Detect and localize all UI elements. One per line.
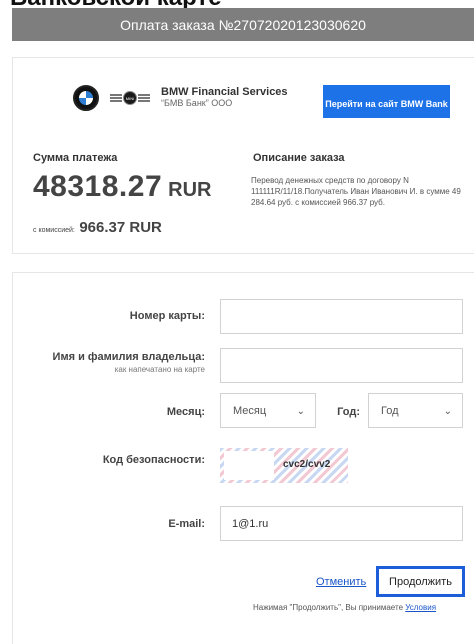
continue-button[interactable]: Продолжить — [376, 566, 465, 597]
email-label: E-mail: — [168, 518, 205, 530]
month-select[interactable]: Месяц ⌄ — [220, 393, 316, 428]
order-summary-card: MINI BMW Financial Services “БМВ Банк” О… — [12, 57, 474, 254]
mini-logo-icon: MINI — [109, 91, 151, 105]
order-title-bar: Оплата заказа №27072020123030620 — [12, 8, 474, 41]
holder-name-input[interactable] — [220, 348, 463, 383]
year-select[interactable]: Год ⌄ — [368, 393, 463, 428]
payment-currency: RUR — [168, 179, 212, 201]
card-number-input[interactable] — [220, 299, 463, 334]
card-number-label: Номер карты: — [129, 310, 205, 322]
go-to-bank-site-button[interactable]: Перейти на сайт BMW Bank — [323, 85, 450, 118]
security-code-input[interactable] — [224, 451, 274, 480]
page-heading: Банковской карте — [10, 0, 470, 8]
chevron-down-icon: ⌄ — [443, 406, 452, 417]
order-title: Оплата заказа №27072020123030620 — [120, 16, 366, 33]
commission: с комиссией: 966.37 RUR — [33, 219, 162, 237]
merchant-subtitle: “БМВ Банк” ООО — [161, 98, 233, 108]
holder-name-hint: как напечатано на карте — [114, 365, 205, 374]
terms-text: Нажимая "Продолжить", Вы принимаете — [253, 603, 404, 612]
card-payment-form: Номер карты: Имя и фамилия владельца: ка… — [12, 272, 474, 644]
cancel-link[interactable]: Отменить — [316, 576, 366, 588]
merchant-name: BMW Financial Services — [161, 86, 288, 98]
year-select-value: Год — [381, 404, 399, 417]
security-code-hint: cvc2/cvv2 — [283, 459, 331, 470]
security-code-label: Код безопасности: — [102, 454, 205, 466]
month-label: Месяц: — [166, 406, 205, 418]
security-code-field: cvc2/cvv2 — [220, 448, 348, 483]
bmw-logo-icon — [73, 85, 99, 111]
order-description-label: Описание заказа — [253, 152, 345, 164]
order-description-text: Перевод денежных средств по договору N 1… — [251, 176, 461, 207]
terms-link[interactable]: Условия — [405, 603, 436, 612]
commission-value: 966.37 RUR — [79, 219, 162, 236]
chevron-down-icon: ⌄ — [296, 406, 305, 417]
payment-amount: 48318.27 RUR — [33, 170, 211, 204]
year-label: Год: — [337, 406, 360, 418]
month-select-value: Месяц — [233, 404, 267, 417]
commission-label: с комиссией: — [33, 227, 75, 234]
payment-amount-value: 48318.27 — [33, 170, 163, 203]
merchant-logos: MINI BMW Financial Services “БМВ Банк” О… — [73, 84, 303, 114]
holder-name-label: Имя и фамилия владельца: — [52, 351, 205, 363]
payment-sum-label: Сумма платежа — [33, 152, 118, 164]
merchant-info: BMW Financial Services “БМВ Банк” ООО — [161, 86, 288, 109]
terms-notice: Нажимая "Продолжить", Вы принимаете Усло… — [253, 603, 436, 612]
email-input[interactable] — [220, 506, 463, 541]
